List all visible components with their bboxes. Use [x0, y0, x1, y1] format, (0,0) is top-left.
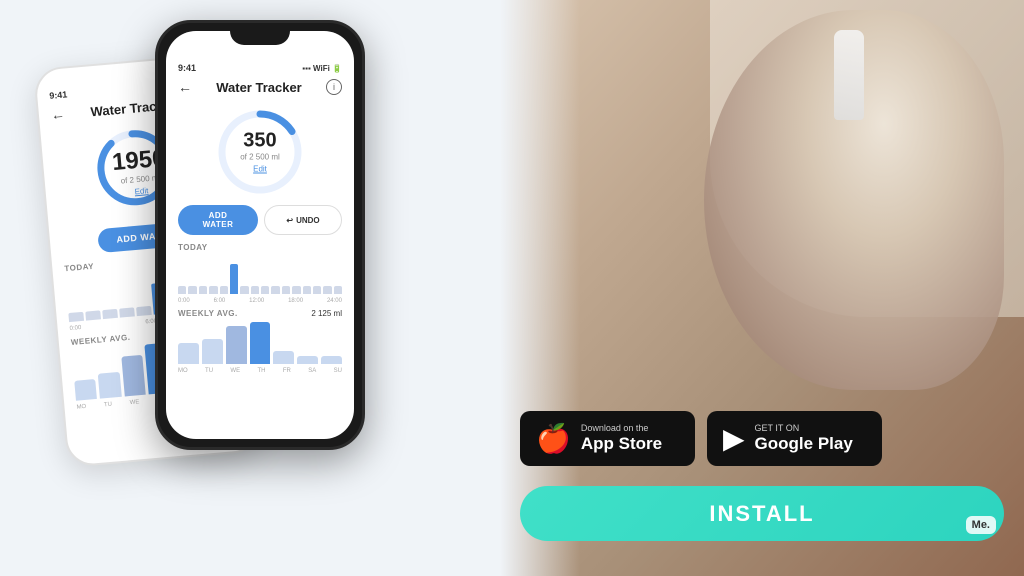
bar-13: [313, 286, 321, 294]
front-today-chart: [178, 256, 342, 294]
bar-14: [323, 286, 331, 294]
bar-1: [85, 310, 101, 320]
front-chart-labels: 0:00 6:00 12:00 18:00 24:00: [178, 298, 342, 304]
front-water-value: 350: [240, 131, 280, 151]
weekly-bar-6: [321, 356, 342, 364]
back-arrow-icon: ←: [50, 106, 65, 123]
google-play-big-text: Google Play: [755, 434, 853, 454]
apple-icon: 🍎: [536, 422, 571, 455]
front-add-water-button[interactable]: ADD WATER: [178, 205, 258, 235]
weekly-bar-4: [273, 351, 294, 364]
bar-2: [102, 309, 118, 319]
install-button[interactable]: INSTALL: [520, 486, 1004, 541]
bar-11: [292, 286, 300, 294]
front-back-icon: ←: [178, 79, 192, 95]
bar-15: [334, 286, 342, 294]
phone-front: 9:41 ▪▪▪ WiFi 🔋 ← Water Tracker i: [155, 20, 365, 450]
weekly-bar-2: [121, 355, 146, 397]
front-today-label: TODAY: [178, 243, 342, 252]
google-play-small-text: GET IT ON: [755, 423, 853, 434]
bar-4: [136, 306, 152, 316]
google-play-button[interactable]: ▶ GET IT ON Google Play: [707, 411, 882, 466]
bar-1: [188, 286, 196, 294]
front-weekly-labels: MO TU WE TH FR SA SU: [178, 368, 342, 374]
phone-notch: [230, 23, 290, 45]
back-time: 9:41: [49, 89, 68, 101]
weekly-bar-3: [250, 322, 271, 364]
info-icon: i: [326, 79, 342, 95]
app-store-big-text: App Store: [581, 434, 662, 454]
front-weekly-chart: [178, 322, 342, 364]
front-screen-title: Water Tracker: [216, 80, 302, 95]
front-water-unit: of 2 500 ml: [240, 153, 280, 162]
right-panel: 🍎 Download on the App Store ▶ GET IT ON …: [500, 0, 1024, 576]
front-weekly-value: 2 125 ml: [311, 309, 342, 318]
bar-10: [282, 286, 290, 294]
bar-6: [240, 286, 248, 294]
bar-8: [261, 286, 269, 294]
google-play-icon: ▶: [723, 422, 745, 455]
weekly-bar-1: [202, 339, 223, 364]
front-edit-btn[interactable]: Edit: [240, 165, 280, 174]
bar-3: [209, 286, 217, 294]
app-store-button[interactable]: 🍎 Download on the App Store: [520, 411, 695, 466]
weekly-bar-1: [98, 372, 121, 399]
weekly-bar-2: [226, 326, 247, 364]
bar-7: [251, 286, 259, 294]
bar-12: [303, 286, 311, 294]
me-badge: Me.: [966, 516, 996, 534]
front-weekly-label: WEEKLY AVG.: [178, 309, 238, 318]
left-panel: 9:41 ▪▪▪ 🔋 ← Water Tracker 1950 of 2 500…: [0, 0, 500, 576]
app-store-small-text: Download on the: [581, 423, 662, 434]
front-time: 9:41: [178, 63, 196, 73]
bar-5: [230, 264, 238, 294]
bar-0: [178, 286, 186, 294]
store-buttons-container: 🍎 Download on the App Store ▶ GET IT ON …: [520, 411, 882, 466]
bar-2: [199, 286, 207, 294]
front-undo-button[interactable]: ↩ UNDO: [264, 205, 342, 235]
bar-9: [271, 286, 279, 294]
weekly-bar-0: [74, 379, 97, 401]
weekly-bar-0: [178, 343, 199, 364]
bar-4: [220, 286, 228, 294]
weekly-bar-5: [297, 356, 318, 364]
bar-0: [68, 312, 84, 322]
bar-3: [119, 307, 135, 317]
